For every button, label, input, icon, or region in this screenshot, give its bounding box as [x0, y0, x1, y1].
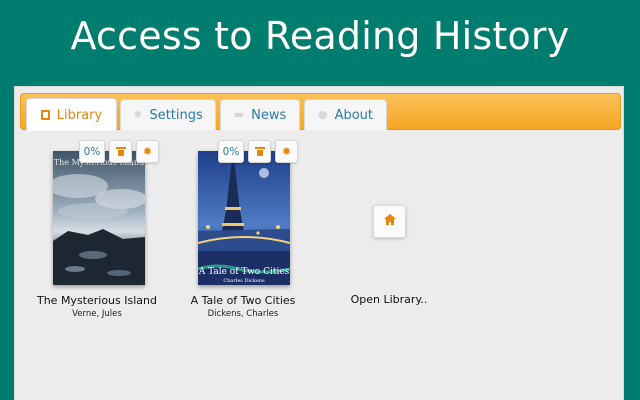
- book-cover[interactable]: A Tale of Two Cities Charles Dickens: [198, 151, 290, 285]
- book-author: Dickens, Charles: [207, 309, 279, 319]
- cover-image: A Tale of Two Cities Charles Dickens: [198, 151, 290, 285]
- tab-label: Settings: [149, 107, 203, 123]
- gear-icon: ✹: [142, 145, 153, 158]
- progress-badge[interactable]: 0%: [218, 140, 244, 163]
- tab-news[interactable]: ▬ News: [220, 99, 300, 130]
- tab-label: Library: [56, 107, 103, 123]
- open-library-label[interactable]: Open Library..: [328, 293, 450, 306]
- trash-icon: [254, 147, 265, 156]
- gear-icon: ✹: [133, 108, 143, 121]
- tab-bar: Library ✹ Settings ▬ News ● About: [20, 93, 621, 131]
- book-author: Verne, Jules: [72, 309, 122, 319]
- book-cover[interactable]: The Mysterious Island: [53, 151, 145, 285]
- open-library-button[interactable]: [373, 205, 406, 238]
- book-title[interactable]: A Tale of Two Cities: [168, 294, 318, 307]
- news-icon: ▬: [233, 108, 245, 121]
- book-title[interactable]: The Mysterious Island: [22, 294, 172, 307]
- gear-icon: ✹: [281, 145, 292, 158]
- tab-label: News: [251, 107, 287, 123]
- delete-button[interactable]: [248, 140, 271, 163]
- book-icon: [40, 110, 50, 120]
- book-actions: 0% ✹: [218, 140, 298, 163]
- cover-title-text: A Tale of Two Cities: [198, 267, 290, 277]
- progress-badge[interactable]: 0%: [79, 140, 105, 163]
- page-title: Access to Reading History: [70, 14, 570, 58]
- book-actions: 0% ✹: [79, 140, 159, 163]
- settings-button[interactable]: ✹: [136, 140, 159, 163]
- home-icon: [383, 214, 396, 226]
- settings-button[interactable]: ✹: [275, 140, 298, 163]
- tab-settings[interactable]: ✹ Settings: [120, 99, 216, 130]
- cover-author-text: Charles Dickens: [223, 278, 265, 284]
- cover-image: The Mysterious Island: [53, 151, 145, 285]
- tab-label: About: [334, 107, 374, 123]
- delete-button[interactable]: [109, 140, 132, 163]
- tab-about[interactable]: ● About: [304, 99, 387, 130]
- app-window: Library ✹ Settings ▬ News ● About The Is…: [14, 86, 624, 400]
- trash-icon: [115, 147, 126, 156]
- tab-library[interactable]: Library: [26, 98, 117, 131]
- info-icon: ●: [317, 108, 328, 121]
